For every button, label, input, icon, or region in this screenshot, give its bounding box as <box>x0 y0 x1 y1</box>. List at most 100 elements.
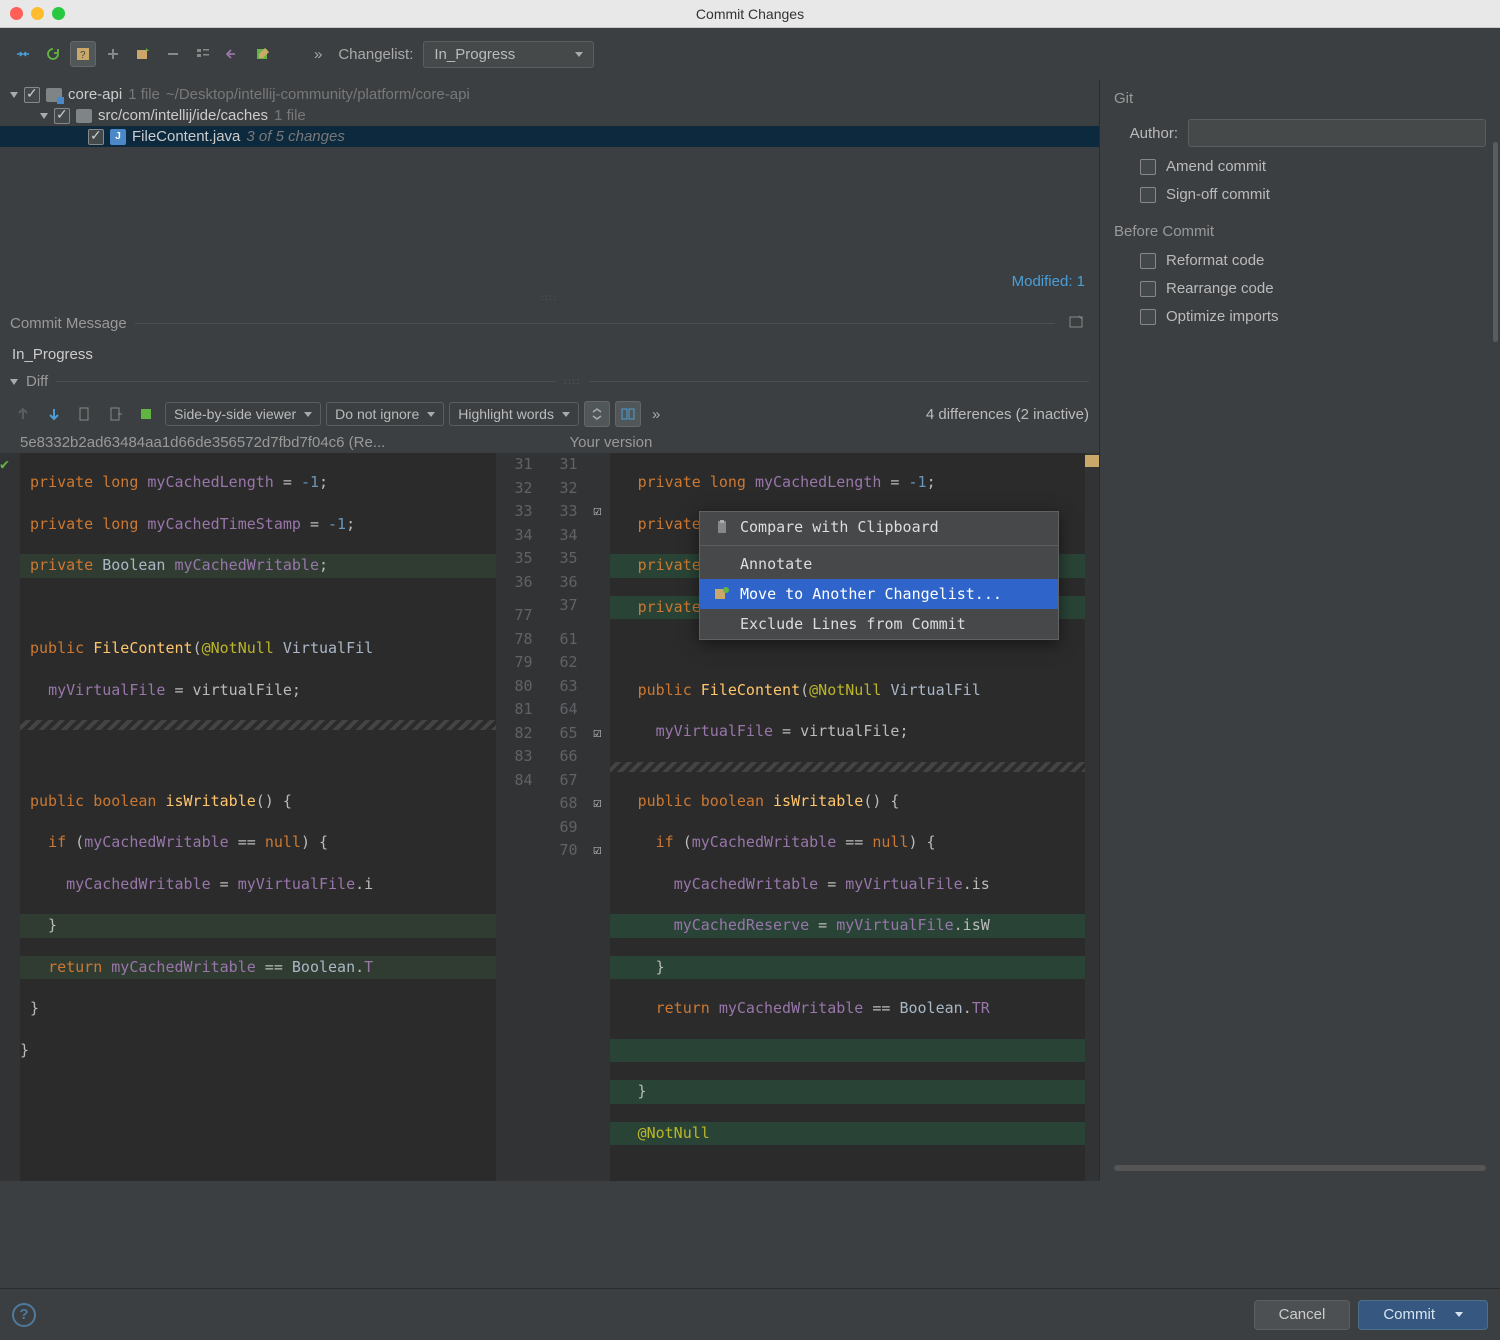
amend-checkbox[interactable] <box>1140 159 1156 175</box>
chevron-down-icon <box>575 52 583 57</box>
h-scrollbar[interactable] <box>1114 1165 1486 1171</box>
left-diff-pane[interactable]: private long myCachedLength = -1; privat… <box>20 453 496 1181</box>
prev-diff-icon[interactable] <box>10 401 36 427</box>
dialog-footer: ? Cancel Commit <box>0 1288 1500 1340</box>
optimize-label: Optimize imports <box>1166 308 1279 325</box>
ctx-exclude[interactable]: Exclude Lines from Commit <box>700 609 1058 639</box>
group-icon[interactable] <box>190 41 216 67</box>
ignore-mode-value: Do not ignore <box>335 406 419 422</box>
collapse-unchanged-icon[interactable] <box>584 401 610 427</box>
module-name: core-api <box>68 86 122 103</box>
commit-message-label: Commit Message <box>10 315 127 332</box>
chevron-down-icon <box>304 412 312 417</box>
left-revision-label: 5e8332b2ad63484aa1d66de356572d7fbd7f04c6… <box>10 434 540 451</box>
diff-label: Diff <box>26 373 48 390</box>
chevron-down-icon <box>427 412 435 417</box>
hamburger-icon[interactable]: » <box>308 46 328 63</box>
tree-file-row[interactable]: J FileContent.java 3 of 5 changes <box>0 126 1099 147</box>
main-toolbar: ? » Changelist: In_Progress <box>0 28 1500 80</box>
ignore-mode-combo[interactable]: Do not ignore <box>326 402 444 426</box>
new-changelist-icon[interactable] <box>130 41 156 67</box>
resize-grip[interactable]: :::: <box>564 377 581 386</box>
changelist-value: In_Progress <box>434 46 515 63</box>
diff-viewer[interactable]: ✔ private long myCachedLength = -1; priv… <box>0 453 1099 1181</box>
java-file-icon: J <box>110 129 126 145</box>
right-revision-label: Your version <box>540 434 1090 451</box>
changelist-label: Changelist: <box>332 46 419 63</box>
ctx-annotate[interactable]: Annotate <box>700 549 1058 579</box>
tree-module-row[interactable]: core-api 1 file ~/Desktop/intellij-commu… <box>0 84 1099 105</box>
window-title: Commit Changes <box>0 6 1500 22</box>
title-bar: Commit Changes <box>0 0 1500 28</box>
optimize-checkbox[interactable] <box>1140 309 1156 325</box>
file-name: FileContent.java <box>132 128 240 145</box>
commit-message-input[interactable]: In_Progress <box>0 342 1099 367</box>
file-meta: 3 of 5 changes <box>246 128 344 145</box>
modified-count: Modified: 1 <box>0 269 1099 294</box>
options-panel: Git Author: Amend commit Sign-off commit… <box>1100 80 1500 1181</box>
commit-label: Commit <box>1383 1306 1435 1323</box>
remove-icon[interactable] <box>160 41 186 67</box>
cancel-button[interactable]: Cancel <box>1254 1300 1351 1330</box>
next-diff-icon[interactable] <box>41 401 67 427</box>
checkbox[interactable] <box>88 129 104 145</box>
show-diff-icon[interactable] <box>10 41 36 67</box>
refresh-icon[interactable] <box>40 41 66 67</box>
chevron-down-icon <box>562 412 570 417</box>
viewer-mode-combo[interactable]: Side-by-side viewer <box>165 402 321 426</box>
hamburger-icon[interactable]: » <box>646 406 666 423</box>
author-input[interactable] <box>1188 119 1486 147</box>
package-meta: 1 file <box>274 107 306 124</box>
ctx-move-label: Move to Another Changelist... <box>740 585 1002 603</box>
open-in-editor-icon[interactable] <box>72 401 98 427</box>
left-gutter: 3132333435367778798081828384 <box>496 453 541 1181</box>
ctx-compare-clipboard[interactable]: Compare with Clipboard <box>700 512 1058 542</box>
diff-toolbar: Side-by-side viewer Do not ignore Highli… <box>0 396 1099 432</box>
expand-icon[interactable] <box>40 113 48 119</box>
edit-source-icon[interactable] <box>134 401 160 427</box>
checkbox[interactable] <box>54 108 70 124</box>
diff-summary: 4 differences (2 inactive) <box>926 406 1089 423</box>
cancel-label: Cancel <box>1279 1306 1326 1323</box>
ctx-compare-label: Compare with Clipboard <box>740 518 939 536</box>
context-menu: Compare with Clipboard Annotate Move to … <box>699 511 1059 640</box>
chevron-down-icon <box>1455 1312 1463 1317</box>
module-icon <box>46 88 62 102</box>
reformat-label: Reformat code <box>1166 252 1264 269</box>
changelist-options-icon[interactable]: ? <box>70 41 96 67</box>
git-section-label: Git <box>1114 90 1486 107</box>
scrollbar[interactable] <box>1493 142 1498 342</box>
changes-tree: core-api 1 file ~/Desktop/intellij-commu… <box>0 80 1099 149</box>
changelist-combo[interactable]: In_Progress <box>423 41 594 68</box>
sync-scroll-icon[interactable] <box>615 401 641 427</box>
resize-grip[interactable]: :::: <box>0 294 1099 304</box>
module-path: ~/Desktop/intellij-community/platform/co… <box>166 86 470 103</box>
ctx-move-changelist[interactable]: Move to Another Changelist... <box>700 579 1058 609</box>
rearrange-checkbox[interactable] <box>1140 281 1156 297</box>
checkbox[interactable] <box>24 87 40 103</box>
expand-icon[interactable] <box>10 92 18 98</box>
folder-icon <box>76 109 92 123</box>
edit-source-icon[interactable] <box>250 41 276 67</box>
viewer-mode-value: Side-by-side viewer <box>174 406 296 422</box>
undo-icon[interactable] <box>220 41 246 67</box>
signoff-checkbox[interactable] <box>1140 187 1156 203</box>
signoff-label: Sign-off commit <box>1166 186 1270 203</box>
expand-icon[interactable] <box>10 379 18 385</box>
clipboard-icon <box>714 519 730 535</box>
changelist-icon <box>714 586 730 602</box>
add-icon[interactable] <box>100 41 126 67</box>
help-icon[interactable]: ? <box>12 1303 36 1327</box>
module-meta: 1 file <box>128 86 160 103</box>
commit-button[interactable]: Commit <box>1358 1300 1488 1330</box>
history-icon[interactable] <box>1063 310 1089 336</box>
right-gutter: 3132333435363761626364656667686970 <box>541 453 586 1181</box>
reformat-checkbox[interactable] <box>1140 253 1156 269</box>
highlight-mode-combo[interactable]: Highlight words <box>449 402 579 426</box>
amend-label: Amend commit <box>1166 158 1266 175</box>
export-icon[interactable] <box>103 401 129 427</box>
tree-package-row[interactable]: src/com/intellij/ide/caches 1 file <box>0 105 1099 126</box>
line-checkbox-gutter[interactable]: ☑ ☑☑☑ <box>586 453 610 1181</box>
before-commit-label: Before Commit <box>1114 223 1486 240</box>
highlight-mode-value: Highlight words <box>458 406 554 422</box>
